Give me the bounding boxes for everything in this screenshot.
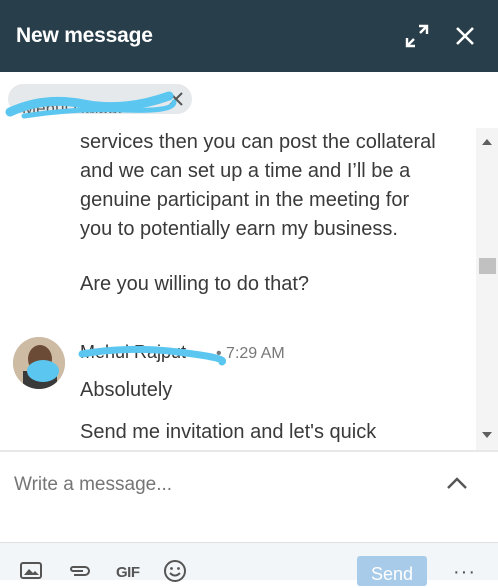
compose-area <box>0 450 498 544</box>
sender-name[interactable]: Mehul Rajput <box>80 342 220 362</box>
message-input[interactable] <box>14 474 414 496</box>
more-options-icon[interactable]: ··· <box>453 561 476 584</box>
send-button[interactable]: Send <box>357 556 427 586</box>
message-question: Are you willing to do that? <box>80 273 310 295</box>
expand-icon[interactable] <box>403 22 431 50</box>
scroll-down-icon[interactable] <box>481 430 493 440</box>
scroll-up-icon[interactable] <box>481 137 493 147</box>
attachment-icon[interactable] <box>66 561 92 581</box>
emoji-icon[interactable] <box>163 559 187 582</box>
recipient-row: Mehul Rajput <box>0 72 498 129</box>
message-header: New message <box>0 0 498 72</box>
chevron-up-icon[interactable] <box>446 476 468 490</box>
image-icon[interactable] <box>20 561 42 581</box>
scrollbar-thumb[interactable] <box>479 258 496 274</box>
gif-button[interactable]: GIF <box>116 564 140 584</box>
message-thread: services then you can post the collatera… <box>0 128 498 450</box>
close-icon[interactable] <box>451 22 479 50</box>
message-paragraph: services then you can post the collatera… <box>80 131 436 240</box>
recipient-pill[interactable]: Mehul Rajput <box>8 84 192 114</box>
header-title: New message <box>16 24 153 47</box>
avatar[interactable] <box>13 337 65 389</box>
recipient-name: Mehul Rajput <box>22 99 123 113</box>
scrollbar[interactable] <box>476 128 498 450</box>
compose-toolbar: GIF Send ··· <box>0 542 498 586</box>
message-timestamp: • 7:29 AM <box>216 345 285 362</box>
remove-recipient-icon[interactable] <box>166 89 186 109</box>
reply-line: Send me invitation and let's quick <box>80 421 377 443</box>
reply-line: Absolutely <box>80 379 173 401</box>
